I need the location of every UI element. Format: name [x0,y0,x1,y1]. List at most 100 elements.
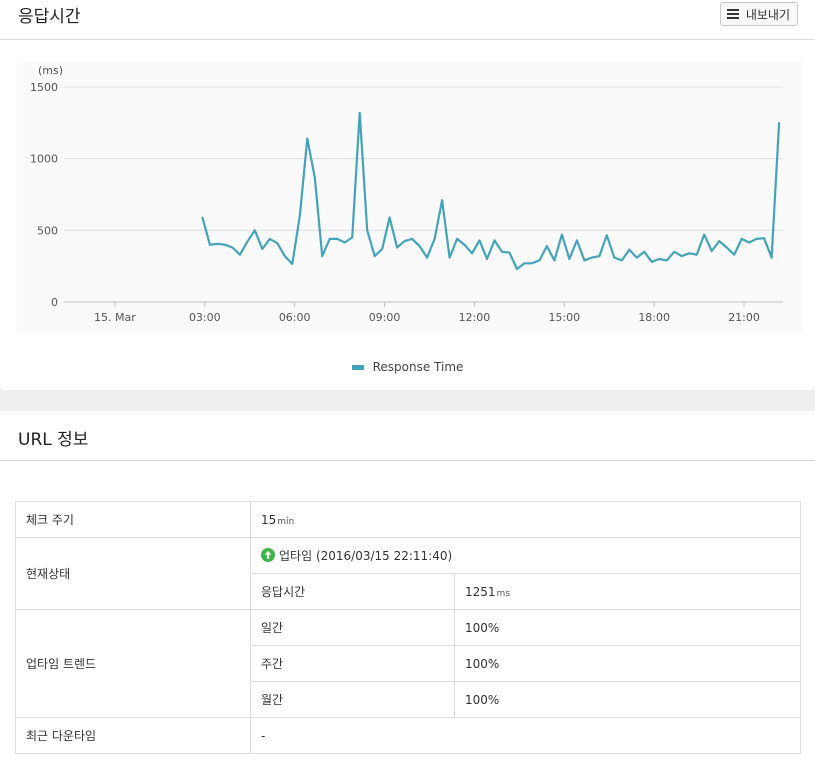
status-label: 현재상태 [15,537,251,610]
data-point [628,248,631,251]
y-tick-label: 500 [37,224,58,237]
data-point [209,243,211,246]
chart-legend[interactable]: Response Time [0,360,815,374]
status-time: (2016/03/15 22:11:40) [315,549,453,563]
response-time-label: 응답시간 [250,573,455,610]
data-point [673,251,676,253]
response-time-chart: (ms) 0 500 1000 1500 15. Mar 03:00 06:00 09:00 12… [17,62,803,332]
x-tick-label: 21:00 [728,311,760,324]
export-button-label: 내보내기 [745,7,790,22]
data-point [433,238,436,240]
data-point [201,216,204,219]
weekly-value: 100% [454,645,801,682]
data-point [576,239,578,242]
data-point [216,243,219,245]
table-row: 체크 주기 15min [15,501,801,538]
arrow-up-icon [261,548,275,562]
data-point [591,256,593,259]
data-point [531,262,533,265]
data-point [501,251,503,253]
data-point [314,176,316,179]
response-time-panel: 응답시간 내보내기 (ms) 0 500 1000 1500 15. Mar 03:00 06… [0,0,815,390]
data-point [418,245,421,247]
url-info-panel: URL 정보 체크 주기 15min 현재상태 업타임 (2016/03/15 … [0,411,815,769]
monthly-label: 월간 [250,681,455,718]
data-point [568,258,571,260]
data-point [463,243,466,246]
data-point [276,242,279,244]
data-point [284,255,286,257]
check-cycle-number: 15 [261,512,277,527]
y-tick-label: 0 [51,296,58,309]
check-cycle-value: 15min [250,501,801,538]
data-point [373,255,376,257]
url-info-table: 체크 주기 15min 현재상태 업타임 (2016/03/15 22:11:4… [15,501,801,754]
data-point [261,248,264,250]
data-point [299,215,301,217]
response-time-unit: ms [496,588,511,599]
response-time-number: 1251 [465,584,496,599]
data-point [740,238,743,240]
y-tick-label: 1500 [30,81,58,94]
data-point [456,238,458,240]
data-point [658,258,661,260]
data-point [328,238,331,240]
data-point [239,253,241,256]
data-point [366,229,369,232]
data-point [471,252,473,255]
menu-icon [726,9,739,19]
data-point [321,255,324,257]
data-point [388,216,391,219]
table-row: 최근 다운타임 - [15,717,801,754]
x-tick-label: 15:00 [548,311,580,324]
daily-label: 일간 [250,609,455,646]
data-point [748,241,750,244]
y-tick-label: 1000 [30,153,58,166]
status-text: 업타임 [279,549,313,563]
data-point [508,251,511,254]
weekly-label: 주간 [250,645,455,682]
data-point [448,256,451,259]
data-point [246,241,249,243]
daily-value: 100% [454,609,801,646]
data-point [538,259,541,262]
x-tick-label: 18:00 [638,311,670,324]
x-tick-label: 03:00 [189,311,221,324]
data-point [763,237,765,239]
data-point [486,258,488,260]
url-info-title: URL 정보 [18,430,89,450]
data-point [381,248,384,250]
status-value: 업타임 (2016/03/15 22:11:40) [250,537,801,574]
export-button[interactable]: 내보내기 [719,2,798,26]
data-point [403,240,406,242]
data-point [546,245,548,247]
x-tick-label: 09:00 [369,311,401,324]
legend-swatch [351,364,364,370]
data-point [523,262,526,265]
data-point [695,253,698,256]
data-point [606,234,608,237]
data-point [516,268,518,270]
downtime-value: - [250,717,801,754]
data-point [710,250,713,252]
data-point [778,121,780,124]
trend-label: 업타임 트렌드 [15,609,251,718]
data-point [598,255,601,257]
data-point [351,236,354,239]
x-tick-label: 06:00 [279,311,311,324]
data-point [666,259,668,262]
data-point [636,256,638,259]
check-cycle-unit: min [277,516,295,527]
table-row: 현재상태 업타임 (2016/03/15 22:11:40) [15,537,801,610]
data-point [733,253,735,256]
response-time-title: 응답시간 [18,7,81,27]
data-point [336,238,339,240]
data-point [561,233,563,236]
data-point [770,256,773,259]
data-point [583,259,586,262]
data-point [621,259,623,262]
data-point [680,255,683,257]
data-point [493,239,496,242]
data-point [718,240,720,242]
response-time-header: 응답시간 내보내기 [0,0,815,40]
